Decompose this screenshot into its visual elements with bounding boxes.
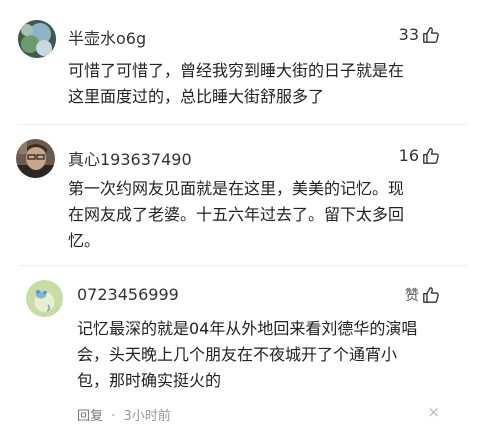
like-button[interactable]: 赞 (405, 285, 440, 305)
reply-button[interactable]: 回复 (77, 409, 103, 424)
avatar[interactable] (16, 139, 55, 178)
username[interactable]: 真心193637490 (68, 146, 192, 170)
like-count: 16 (398, 146, 419, 165)
thumbs-up-icon (423, 26, 439, 43)
like-label: 赞 (405, 288, 419, 304)
comment-line: 这里面度过的，总比睡大街舒服多了 (68, 87, 325, 106)
comment-line: 包，那时确实挺火的 (77, 371, 222, 390)
like-button[interactable]: 33 (399, 25, 440, 44)
username[interactable]: 0723456999 (77, 285, 179, 304)
thumbs-up-icon (423, 287, 439, 303)
divider (18, 265, 467, 266)
comment-text: 可惜了可惜了，曾经我穷到睡大街的日子就是在 这里面度过的，总比睡大街舒服多了 (68, 58, 404, 110)
divider (18, 124, 467, 125)
comment-line: 忆。 (68, 231, 101, 250)
close-icon[interactable]: × (427, 403, 440, 421)
avatar[interactable] (18, 20, 56, 58)
comment-line: 可惜了可惜了，曾经我穷到睡大街的日子就是在 (68, 61, 405, 80)
like-button[interactable]: 16 (399, 146, 440, 165)
comment-line: 记忆最深的就是04年从外地回来看刘德华的演唱 (77, 319, 418, 338)
avatar[interactable] (26, 280, 63, 317)
thumbs-up-icon (423, 147, 439, 164)
comment-line: 会，头天晚上几个朋友在不夜城开了个通宵小 (77, 345, 398, 364)
timestamp: 3小时前 (123, 409, 171, 424)
comment-text: 第一次约网友见面就是在这里，美美的记忆。现 在网友成了老婆。十五六年过去了。留下… (68, 176, 404, 254)
separator: · (111, 409, 116, 424)
comment-line: 在网友成了老婆。十五六年过去了。留下太多回 (68, 205, 405, 224)
username[interactable]: 半壶水o6g (68, 25, 146, 49)
like-count: 33 (398, 25, 419, 44)
reply-bar: 回复 · 3小时前 (77, 405, 171, 424)
comment-line: 第一次约网友见面就是在这里，美美的记忆。现 (68, 179, 405, 198)
comment-text: 记忆最深的就是04年从外地回来看刘德华的演唱 会，头天晚上几个朋友在不夜城开了个… (77, 316, 417, 394)
